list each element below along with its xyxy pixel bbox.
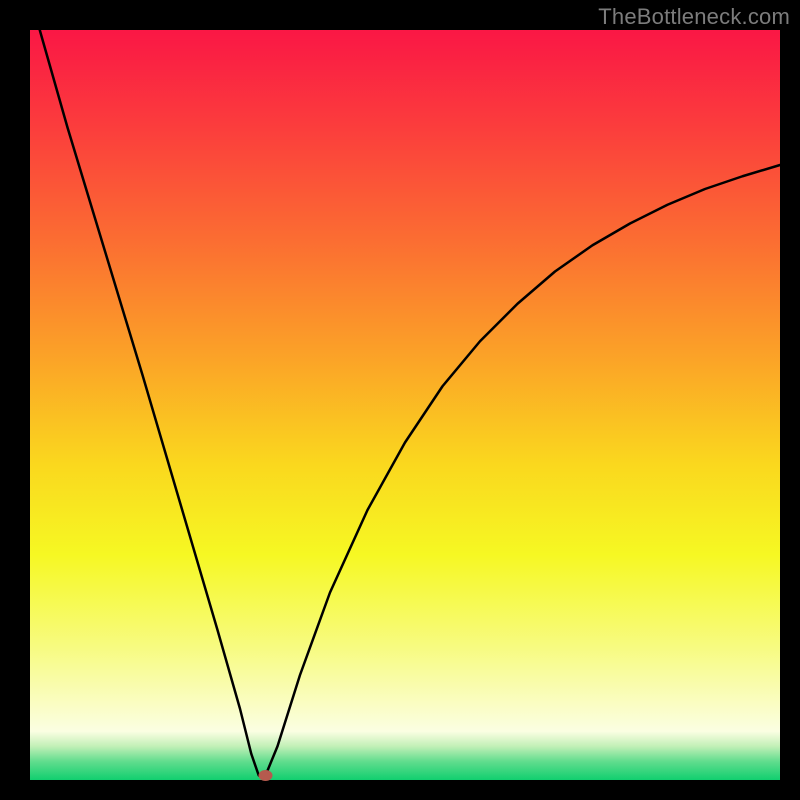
- chart-wrapper: TheBottleneck.com: [0, 0, 800, 800]
- gradient-background: [30, 30, 780, 780]
- optimal-point-marker: [259, 770, 273, 781]
- bottleneck-chart: [0, 0, 800, 800]
